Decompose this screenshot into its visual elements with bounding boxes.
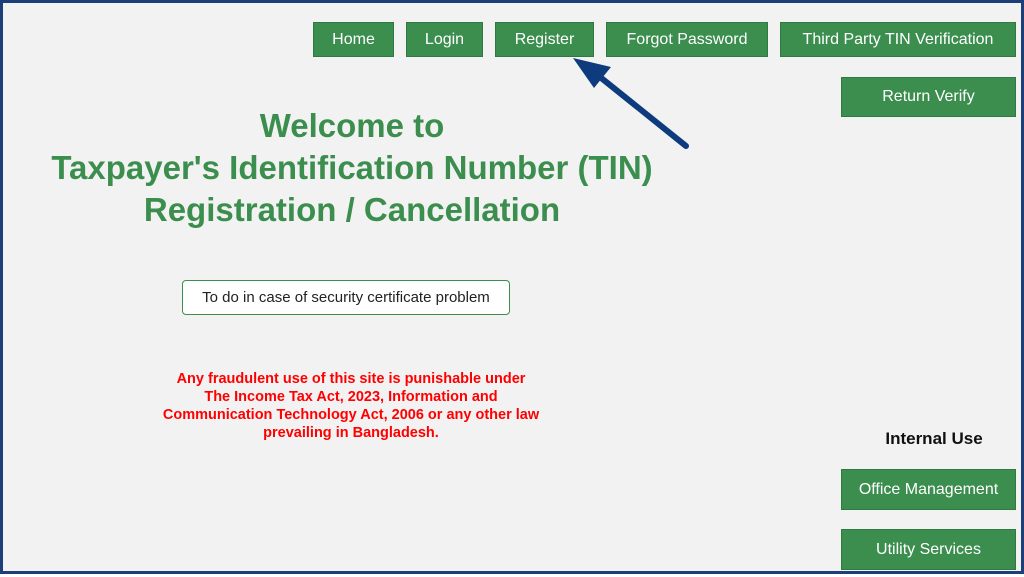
third-party-tin-verification-button[interactable]: Third Party TIN Verification (780, 22, 1016, 57)
welcome-line-3: Registration / Cancellation (143, 191, 561, 228)
warning-line-3: Communication Technology Act, 2006 or an… (162, 407, 540, 423)
forgot-password-button[interactable]: Forgot Password (606, 22, 768, 57)
office-management-button[interactable]: Office Management (841, 469, 1016, 510)
return-verify-button[interactable]: Return Verify (841, 77, 1016, 117)
welcome-line-1: Welcome to (259, 107, 445, 144)
warning-line-1: Any fraudulent use of this site is punis… (176, 371, 526, 387)
welcome-heading: Welcome to Taxpayer's Identification Num… (13, 105, 691, 231)
fraud-warning: Any fraudulent use of this site is punis… (101, 370, 601, 442)
register-button[interactable]: Register (495, 22, 594, 57)
home-button[interactable]: Home (313, 22, 394, 57)
login-button[interactable]: Login (406, 22, 483, 57)
internal-use-heading: Internal Use (885, 429, 983, 448)
warning-line-4: prevailing in Bangladesh. (263, 425, 439, 441)
welcome-line-2: Taxpayer's Identification Number (TIN) (51, 149, 653, 186)
utility-services-button[interactable]: Utility Services (841, 529, 1016, 570)
page-frame: Home Login Register Forgot Password Thir… (0, 0, 1024, 574)
warning-line-2: The Income Tax Act, 2023, Information an… (204, 389, 498, 405)
security-certificate-button[interactable]: To do in case of security certificate pr… (182, 280, 510, 315)
